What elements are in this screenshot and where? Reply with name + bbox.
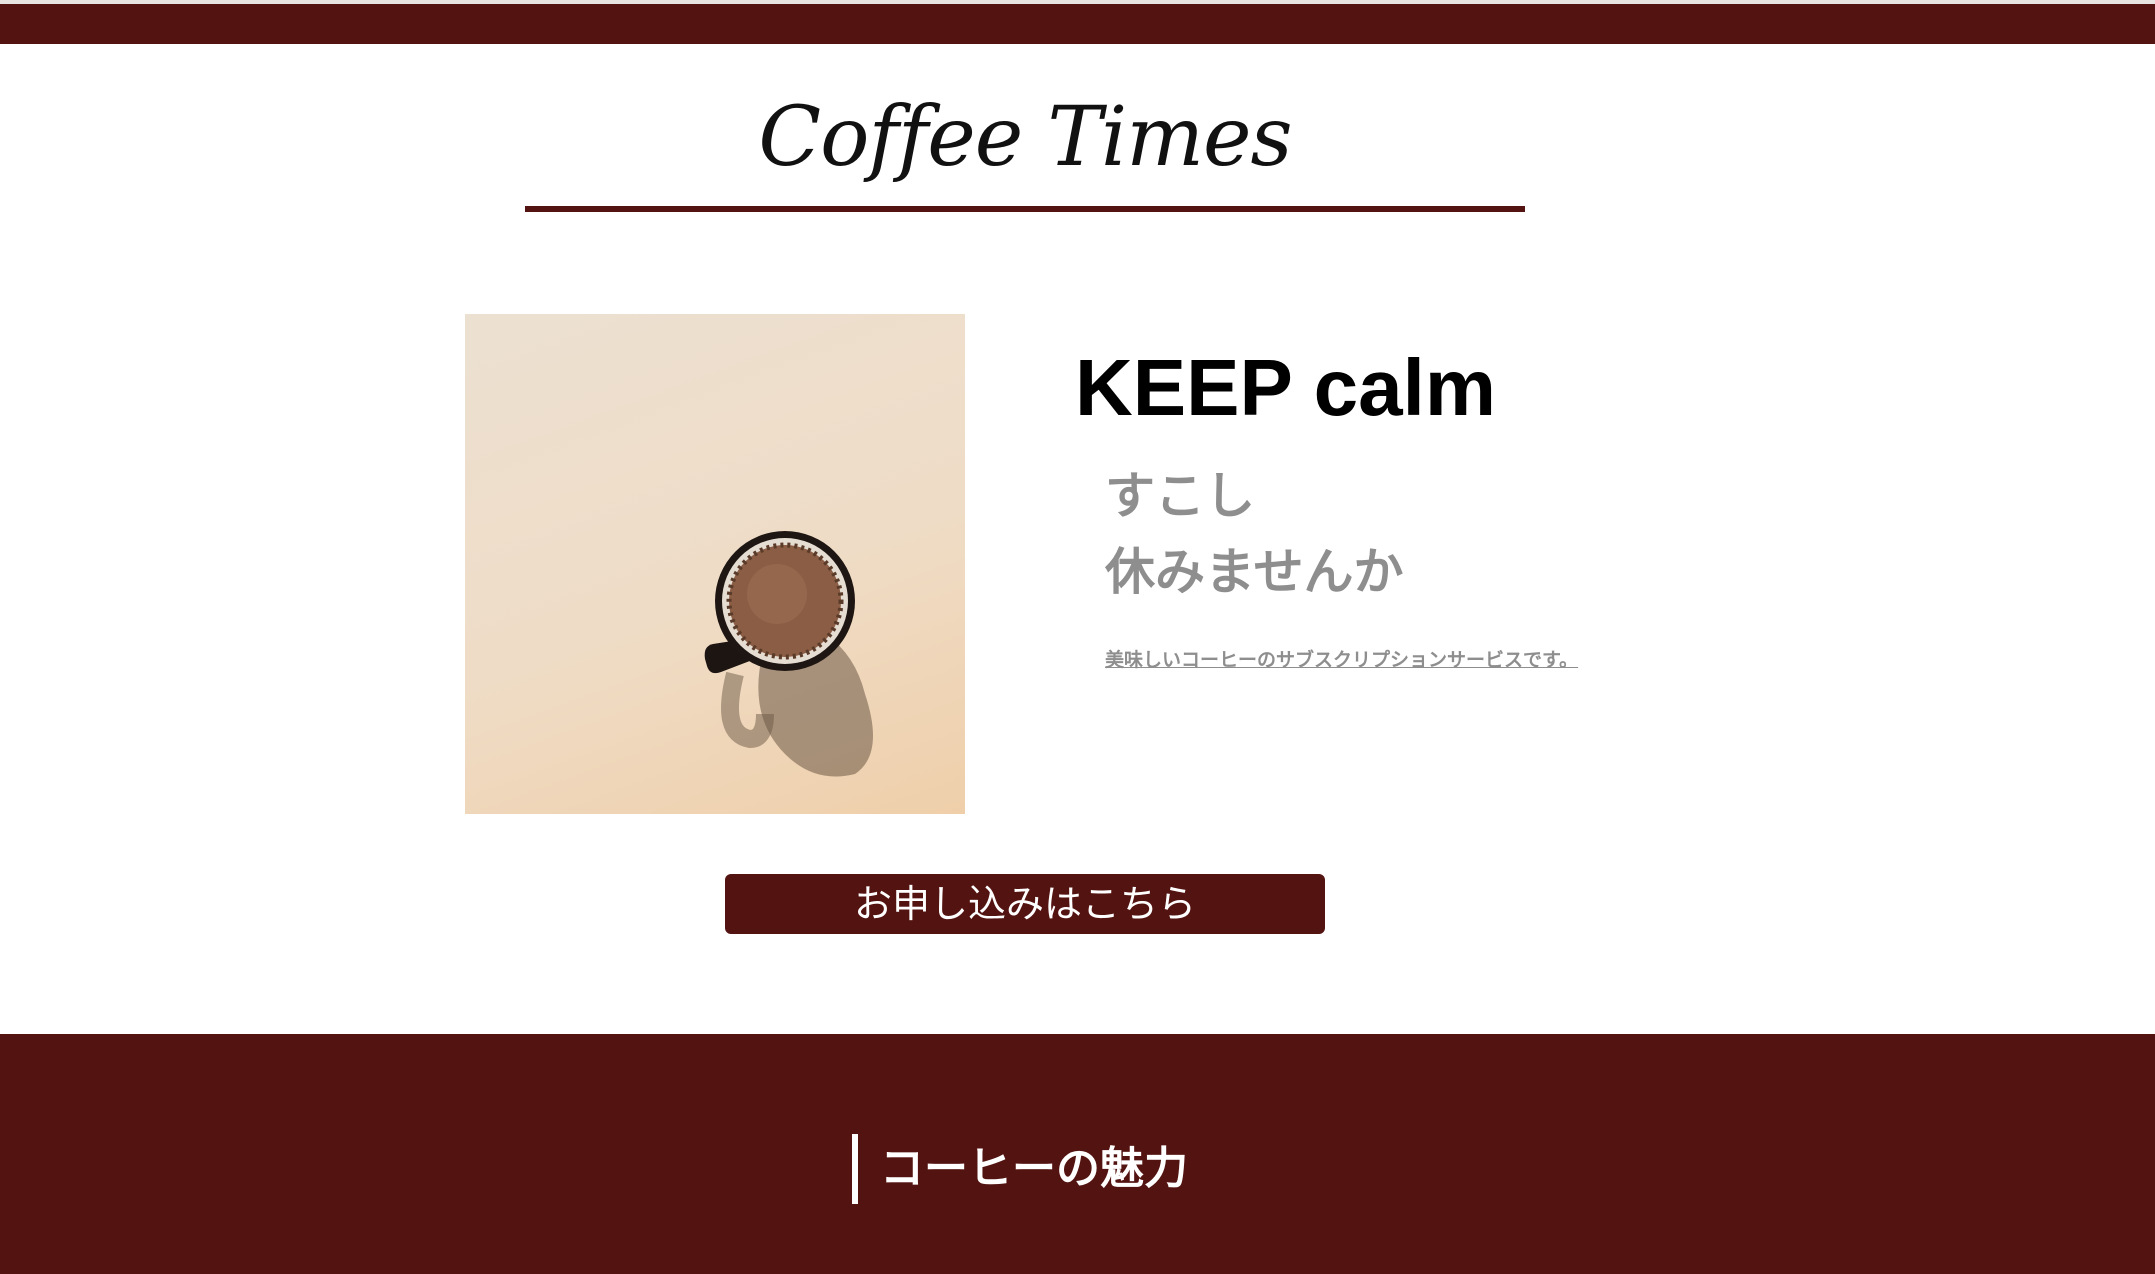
hero-image [465,314,965,814]
top-bar [0,0,2155,44]
coffee-swirl [747,564,807,624]
apply-button[interactable]: お申し込みはこちら [725,874,1325,934]
logo-divider [525,206,1525,212]
hero-subline-2: 休みませんか [1105,543,1404,601]
coffee-mug-illustration [704,531,873,777]
service-description-link[interactable]: 美味しいコーヒーのサブスクリプションサービスです。 [1105,646,1578,674]
hero-subline-1: すこし [1105,467,1255,525]
section-heading: コーヒーの魅力 [852,1134,1188,1204]
section-title: コーヒーの魅力 [880,1143,1188,1194]
site-logo[interactable]: Coffee Times [525,78,1525,198]
hero-headline: KEEP calm [1075,343,1496,432]
